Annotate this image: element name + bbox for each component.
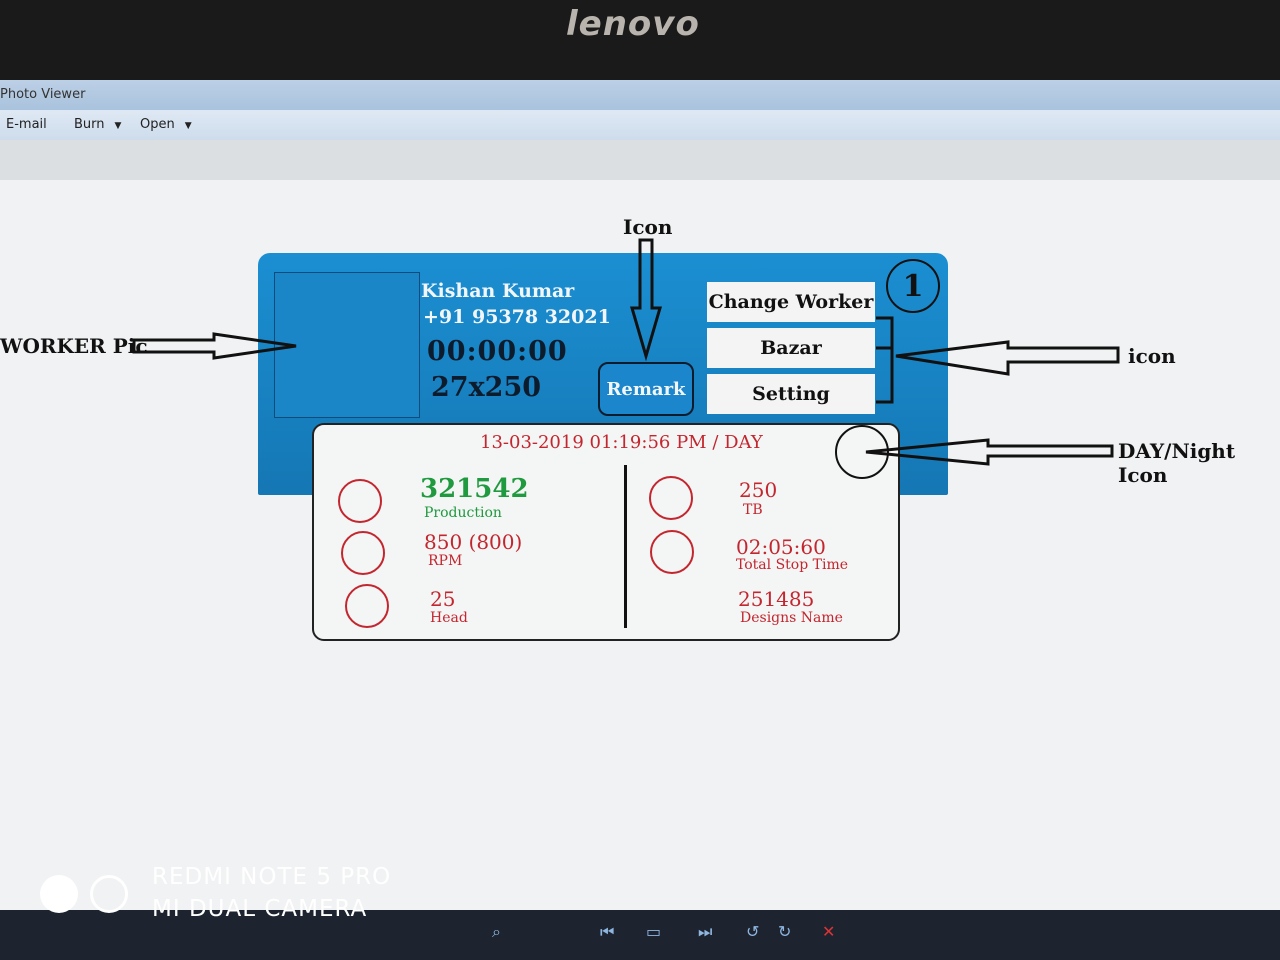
arrow-to-buttons: [895, 340, 1120, 376]
camera-watermark-line2: MI DUAL CAMERA: [152, 896, 368, 922]
arrow-to-day-night: [865, 438, 1114, 466]
slideshow-icon[interactable]: ▭: [646, 922, 661, 941]
arrow-to-remark: [630, 238, 662, 362]
zoom-icon[interactable]: ⌕: [492, 922, 501, 942]
next-icon[interactable]: ⏭: [698, 922, 712, 942]
camera-watermark-line1: REDMI NOTE 5 PRO: [152, 864, 392, 890]
arrow-to-worker-pic: [132, 332, 297, 360]
delete-icon[interactable]: ✕: [822, 922, 835, 941]
rotate-left-icon[interactable]: ↺: [746, 922, 759, 941]
annotation-arrows: [132, 238, 1120, 466]
buttons-bracket: [876, 316, 894, 404]
previous-icon[interactable]: ⏮: [600, 922, 614, 942]
rotate-right-icon[interactable]: ↻: [778, 922, 791, 941]
camera-logo-dot: [40, 875, 78, 913]
camera-logo-ring: [90, 875, 128, 913]
